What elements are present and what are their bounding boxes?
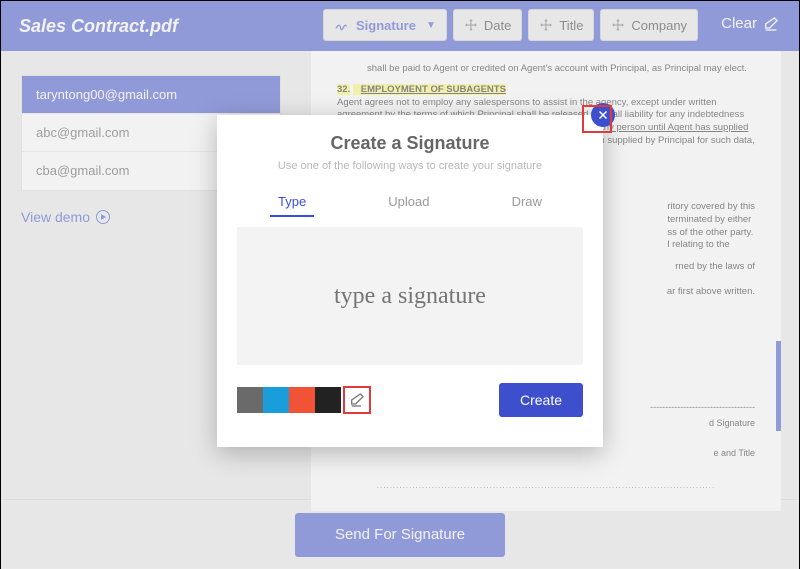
color-swatch-gray[interactable] xyxy=(237,387,263,413)
create-button[interactable]: Create xyxy=(499,383,583,417)
eraser-icon xyxy=(349,392,365,408)
tab-draw[interactable]: Draw xyxy=(504,190,550,217)
signature-input-area xyxy=(237,227,583,365)
signature-text-input[interactable] xyxy=(254,283,565,310)
eraser-button[interactable] xyxy=(343,386,371,414)
modal-footer: Create xyxy=(237,383,583,417)
tab-type[interactable]: Type xyxy=(270,190,314,217)
modal-subtitle: Use one of the following ways to create … xyxy=(237,160,583,172)
modal-tabs: Type Upload Draw xyxy=(237,190,583,217)
color-swatch-blue[interactable] xyxy=(263,387,289,413)
modal-title: Create a Signature xyxy=(237,133,583,154)
color-swatch-red[interactable] xyxy=(289,387,315,413)
color-swatches xyxy=(237,387,341,413)
close-icon xyxy=(597,109,609,121)
create-signature-modal: Create a Signature Use one of the follow… xyxy=(217,115,603,447)
close-button[interactable] xyxy=(591,103,615,127)
color-swatch-black[interactable] xyxy=(315,387,341,413)
tab-upload[interactable]: Upload xyxy=(380,190,437,217)
